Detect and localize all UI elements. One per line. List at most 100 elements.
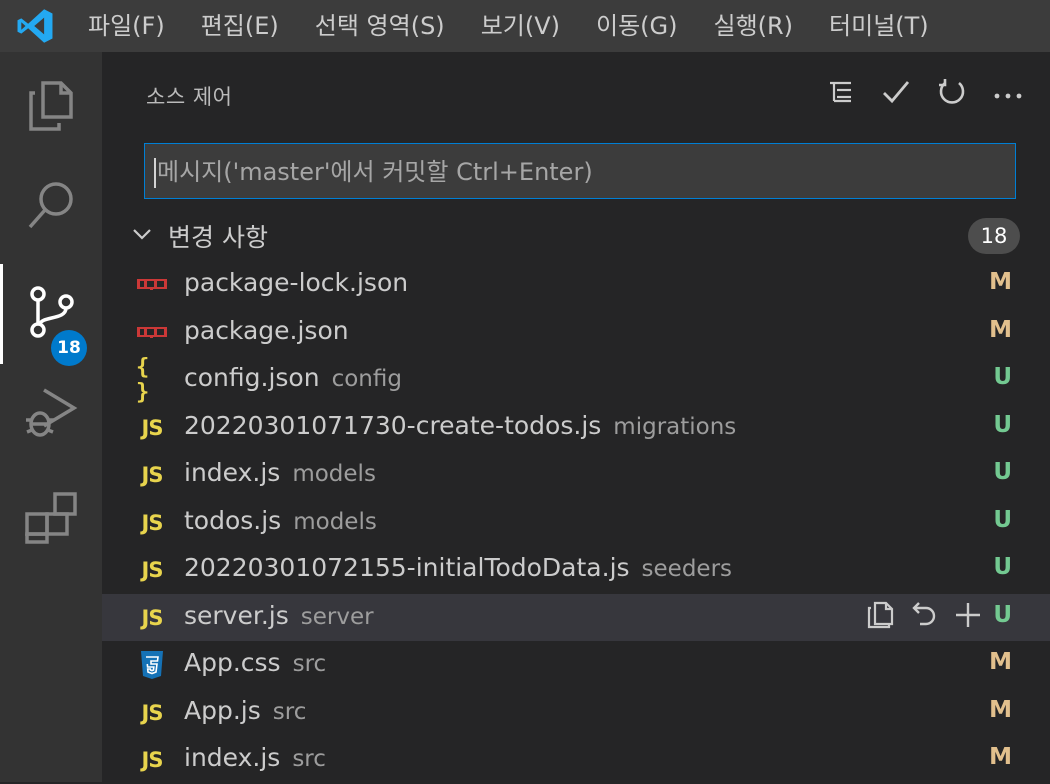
text-caret	[154, 158, 156, 188]
js-icon-label: JS	[142, 558, 163, 582]
file-name: App.js	[184, 696, 261, 725]
more-actions-button[interactable]	[988, 74, 1028, 114]
changes-file-list: package-lock.json Mpackage.json M { } config…	[102, 261, 1050, 784]
js-file-icon: JS	[136, 459, 168, 491]
activity-explorer[interactable]	[0, 58, 102, 158]
menu-item[interactable]: 터미널(T)	[811, 0, 947, 52]
file-status-badge: U	[993, 412, 1012, 438]
file-name: index.js	[184, 743, 280, 772]
file-name-group: package.json	[184, 316, 349, 345]
changed-file-row[interactable]: JS index.jsmodels U	[102, 451, 1050, 499]
js-file-icon: JS	[136, 602, 168, 634]
files-icon	[25, 79, 77, 137]
list-tree-icon	[827, 79, 853, 109]
file-name: App.css	[184, 648, 281, 677]
changed-file-row[interactable]: JSserver.jsserverU	[102, 594, 1050, 642]
activity-source-control[interactable]: 18	[0, 264, 102, 364]
file-folder: models	[292, 461, 376, 487]
changed-file-row[interactable]: JS App.js src M	[102, 689, 1050, 737]
menu-item[interactable]: 파일(F)	[70, 0, 183, 52]
stage-changes-button[interactable]	[950, 599, 986, 635]
changed-file-row[interactable]: package.json M	[102, 309, 1050, 357]
search-icon	[24, 179, 78, 237]
commit-message-input[interactable]: 메시지('master'에서 커밋할 Ctrl+Enter)	[144, 143, 1016, 199]
changes-label: 변경 사항	[168, 218, 268, 254]
file-name-group: App.js src	[184, 696, 306, 725]
menu-item[interactable]: 편집(E)	[183, 0, 297, 52]
file-folder: models	[293, 509, 377, 535]
js-icon-label: JS	[142, 463, 163, 487]
changes-section-header[interactable]: 변경 사항 18	[102, 212, 1050, 256]
ellipsis-icon	[993, 85, 1023, 104]
menubar-overflow-mark	[1044, 4, 1050, 16]
changed-file-row[interactable]: JSindex.jssrcM	[102, 736, 1050, 784]
file-status-badge: M	[989, 649, 1012, 675]
file-folder: server	[301, 604, 374, 630]
file-status-badge: U	[993, 459, 1012, 485]
commit-message-placeholder: 메시지('master'에서 커밋할 Ctrl+Enter)	[157, 158, 593, 186]
file-name-group: 20220301071730-create-todos.jsmigrations	[184, 411, 736, 440]
file-folder: src	[293, 651, 327, 677]
open-file-button[interactable]	[862, 599, 898, 635]
commit-button[interactable]	[876, 74, 916, 114]
file-name: package-lock.json	[184, 268, 408, 297]
file-name: server.js	[184, 601, 289, 630]
file-name: todos.js	[184, 506, 281, 535]
panel-actions	[820, 74, 1028, 114]
file-folder: src	[273, 699, 307, 725]
file-name: 20220301071730-create-todos.js	[184, 411, 601, 440]
file-name: package.json	[184, 316, 349, 345]
changed-file-row[interactable]: JS todos.js models U	[102, 499, 1050, 547]
npm-file-icon	[136, 317, 168, 349]
file-status-badge: M	[989, 317, 1012, 343]
debug-icon	[22, 384, 80, 444]
js-file-icon: JS	[136, 412, 168, 444]
panel-title: 소스 제어	[146, 81, 232, 111]
changed-file-row[interactable]: { }config.jsonconfigU	[102, 356, 1050, 404]
file-status-badge: U	[993, 507, 1012, 533]
file-name-group: config.jsonconfig	[184, 363, 402, 392]
file-folder: src	[292, 746, 326, 772]
file-status-badge: M	[989, 697, 1012, 723]
js-icon-label: JS	[142, 416, 163, 440]
file-name-group: index.jsmodels	[184, 458, 376, 487]
file-status-badge: M	[989, 269, 1012, 295]
js-icon-label: JS	[142, 606, 163, 630]
changed-file-row[interactable]: App.css src M	[102, 641, 1050, 689]
changed-file-row[interactable]: package-lock.json M	[102, 261, 1050, 309]
refresh-icon	[937, 77, 967, 111]
menu-item[interactable]: 선택 영역(S)	[297, 0, 463, 52]
row-actions	[862, 599, 986, 635]
discard-changes-button[interactable]	[906, 599, 942, 635]
discard-icon	[910, 600, 938, 634]
vscode-logo-icon	[0, 0, 70, 52]
extensions-icon	[23, 490, 79, 550]
js-file-icon: JS	[136, 744, 168, 776]
changed-file-row[interactable]: JS 20220301071730-create-todos.jsmigratio…	[102, 404, 1050, 452]
file-status-badge: U	[993, 554, 1012, 580]
check-icon	[881, 79, 911, 109]
js-file-icon: JS	[136, 697, 168, 729]
menu-item[interactable]: 실행(R)	[695, 0, 811, 52]
refresh-button[interactable]	[932, 74, 972, 114]
js-file-icon: JS	[136, 507, 168, 539]
view-as-tree-button[interactable]	[820, 74, 860, 114]
js-icon-label: JS	[142, 511, 163, 535]
activity-search[interactable]	[0, 158, 102, 258]
npm-file-icon	[136, 269, 168, 301]
file-folder: config	[332, 366, 402, 392]
menu-item[interactable]: 이동(G)	[578, 0, 695, 52]
file-name-group: index.js src	[184, 743, 326, 772]
menu-bar: 파일(F)편집(E)선택 영역(S)보기(V)이동(G)실행(R)터미널(T)	[0, 0, 1050, 52]
file-name-group: todos.js models	[184, 506, 377, 535]
changed-file-row[interactable]: JS 20220301072155-initialTodoData.js seede…	[102, 546, 1050, 594]
file-folder: seeders	[642, 556, 732, 582]
menu-item[interactable]: 보기(V)	[463, 0, 578, 52]
activity-extensions[interactable]	[0, 470, 102, 570]
js-file-icon: JS	[136, 554, 168, 586]
file-name: 20220301072155-initialTodoData.js	[184, 553, 630, 582]
file-name-group: server.js server	[184, 601, 374, 630]
chevron-down-icon	[130, 222, 154, 250]
json-icon-label: { }	[136, 355, 168, 405]
activity-run-debug[interactable]	[0, 364, 102, 464]
